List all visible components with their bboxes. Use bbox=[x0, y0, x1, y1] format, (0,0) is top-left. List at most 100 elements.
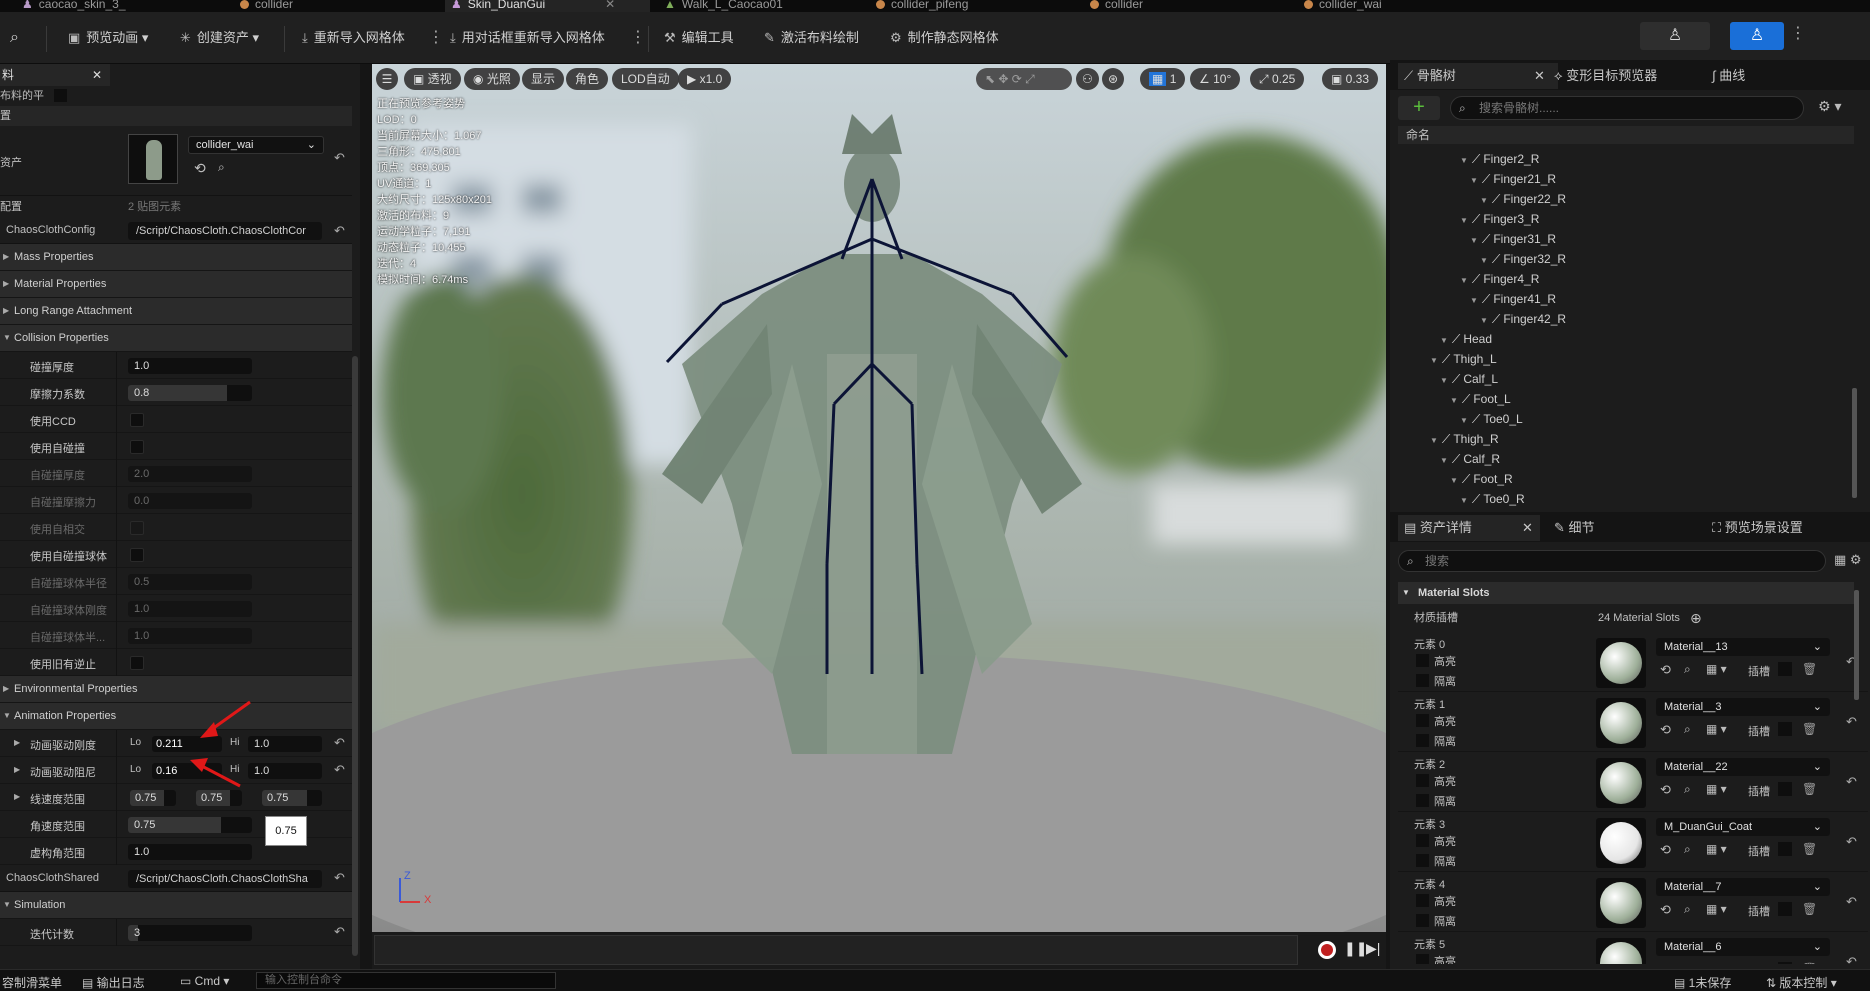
expand-arrow-icon[interactable]: ▶ bbox=[14, 792, 20, 801]
tree-arrow-icon[interactable]: ▼ bbox=[1480, 256, 1488, 265]
material-dropdown[interactable]: Material__7 ⌄ bbox=[1656, 878, 1830, 896]
details-scrollbar[interactable] bbox=[1854, 590, 1859, 700]
tree-arrow-icon[interactable]: ▼ bbox=[1440, 336, 1448, 345]
delete-icon[interactable]: 🗑 bbox=[1802, 962, 1817, 964]
more-options-icon[interactable]: ⋮ bbox=[428, 26, 444, 50]
tab-collider-pifeng[interactable]: collider_pifeng bbox=[876, 0, 1076, 12]
unsaved-button[interactable]: ▤ 1未保存 bbox=[1674, 974, 1731, 991]
bone-row[interactable]: ▼ ⟋ Calf_R bbox=[1440, 452, 1500, 467]
tree-arrow-icon[interactable]: ▼ bbox=[1460, 496, 1468, 505]
browse-icon[interactable]: ⟲ bbox=[1660, 962, 1671, 964]
texture-options-icon[interactable]: ▦ ▾ bbox=[1706, 662, 1727, 676]
fictitious-angular-input[interactable]: 1.0 bbox=[128, 844, 252, 860]
character-button[interactable]: 角色 bbox=[566, 68, 609, 90]
play-speed-button[interactable]: ▶ x1.0 bbox=[678, 68, 732, 90]
activate-cloth-paint-button[interactable]: ✎ 激活布料绘制 bbox=[764, 26, 859, 50]
texture-options-icon[interactable]: ▦ ▾ bbox=[1706, 962, 1727, 964]
tree-arrow-icon[interactable]: ▼ bbox=[1440, 456, 1448, 465]
tab-caocao-skin[interactable]: ♟ caocao_skin_3_ bbox=[22, 0, 222, 12]
bone-row[interactable]: ▼ ⟋ Finger2_R bbox=[1460, 152, 1539, 167]
browse-icon[interactable]: ⟲ bbox=[1660, 902, 1671, 918]
tab-collider-2[interactable]: collider bbox=[1090, 0, 1290, 12]
reimport-dialog-button[interactable]: ⤓ 用对话框重新导入网格体 bbox=[450, 26, 605, 50]
tab-skeleton-tree[interactable]: ⟋ 骨骼树 ✕ bbox=[1398, 63, 1558, 89]
linear-velocity-x-input[interactable]: 0.75 bbox=[130, 790, 176, 806]
slot-checkbox[interactable] bbox=[1778, 962, 1792, 964]
material-dropdown[interactable]: Material__22 ⌄ bbox=[1656, 758, 1830, 776]
reset-icon[interactable]: ↶ bbox=[1846, 894, 1857, 910]
find-icon[interactable]: ⌕ bbox=[1684, 902, 1691, 917]
create-asset-button[interactable]: ✳ 创建资产 ▾ bbox=[180, 26, 259, 50]
close-icon[interactable]: ✕ bbox=[1534, 63, 1545, 89]
angular-velocity-slider[interactable]: 0.75 bbox=[128, 817, 252, 833]
isolate-checkbox[interactable] bbox=[1416, 914, 1429, 927]
isolate-checkbox[interactable] bbox=[1416, 674, 1429, 687]
material-thumbnail[interactable] bbox=[1596, 698, 1646, 748]
timeline-track[interactable] bbox=[374, 935, 1298, 965]
add-circle-icon[interactable]: ⊕ bbox=[1690, 606, 1702, 630]
content-drawer-button[interactable]: 容制滑菜单 bbox=[2, 974, 62, 991]
bone-row[interactable]: ▼ ⟋ Finger21_R bbox=[1470, 172, 1556, 187]
3d-viewport[interactable]: ☰ ▣ 透视 ◉ 光照 显示 角色 LOD自动 ▶ x1.0 ⬉ ✥ ⟳ ⤢ ⚇… bbox=[372, 64, 1386, 932]
close-icon[interactable]: ✕ bbox=[1522, 515, 1533, 541]
bone-row[interactable]: ▼ ⟋ Toe0_R bbox=[1460, 492, 1525, 507]
material-dropdown[interactable]: Material__3 ⌄ bbox=[1656, 698, 1830, 716]
edit-tools-button[interactable]: ⚒ 编辑工具 bbox=[664, 26, 734, 50]
reset-icon[interactable]: ↶ bbox=[334, 735, 345, 751]
browse-asset-icon[interactable]: ⟲ bbox=[194, 160, 206, 177]
bone-row[interactable]: ▼ ⟋ Finger41_R bbox=[1470, 292, 1556, 307]
rotation-snap-button[interactable]: ∠ 10° bbox=[1190, 68, 1241, 90]
material-thumbnail[interactable] bbox=[1596, 878, 1646, 928]
tree-arrow-icon[interactable]: ▼ bbox=[1450, 476, 1458, 485]
expand-arrow-icon[interactable]: ▶ bbox=[14, 765, 20, 774]
tree-arrow-icon[interactable]: ▼ bbox=[1460, 216, 1468, 225]
bone-row[interactable]: ▼ ⟋ Head bbox=[1440, 332, 1492, 347]
tab-morph-target[interactable]: ⟡ 变形目标预览器 bbox=[1554, 63, 1657, 89]
console-input[interactable]: 输入控制台命令 bbox=[256, 972, 556, 989]
reset-icon[interactable]: ↶ bbox=[1846, 834, 1857, 850]
scale-snap-button[interactable]: ⤢ 0.25 bbox=[1250, 68, 1305, 90]
tree-arrow-icon[interactable]: ▼ bbox=[1470, 176, 1478, 185]
bone-row[interactable]: ▼ ⟋ Finger22_R bbox=[1480, 192, 1566, 207]
bone-row[interactable]: ▼ ⟋ Finger4_R bbox=[1460, 272, 1539, 287]
bone-row[interactable]: ▼ ⟋ Foot_L bbox=[1450, 392, 1511, 407]
source-control-button[interactable]: ⇅ 版本控制 ▾ bbox=[1766, 974, 1837, 991]
find-icon[interactable]: ⌕ bbox=[1684, 962, 1691, 964]
more-options-icon[interactable]: ⋮ bbox=[630, 26, 646, 50]
record-button[interactable] bbox=[1318, 941, 1336, 959]
collision-thickness-input[interactable]: 1.0 bbox=[128, 358, 252, 374]
highlight-checkbox[interactable] bbox=[1416, 954, 1429, 964]
camera-speed-button[interactable]: ▣ 0.33 bbox=[1322, 68, 1379, 90]
material-dropdown[interactable]: Material__13 ⌄ bbox=[1656, 638, 1830, 656]
material-dropdown[interactable]: Material__6 ⌄ bbox=[1656, 938, 1830, 956]
use-ccd-checkbox[interactable] bbox=[130, 413, 144, 427]
table-view-icon[interactable]: ▦ ⚙ bbox=[1834, 552, 1862, 568]
reimport-mesh-button[interactable]: ⤓ 重新导入网格体 bbox=[302, 26, 405, 50]
slot-checkbox[interactable] bbox=[1778, 722, 1792, 736]
reset-icon[interactable]: ↶ bbox=[1846, 714, 1857, 730]
settings-gear-icon[interactable]: ⚙ ▾ bbox=[1818, 98, 1841, 115]
bone-row[interactable]: ▼ ⟋ Thigh_R bbox=[1430, 432, 1499, 447]
reset-icon[interactable]: ↶ bbox=[1846, 954, 1857, 964]
material-thumbnail[interactable] bbox=[1596, 938, 1646, 964]
skeleton-scrollbar[interactable] bbox=[1852, 388, 1857, 498]
tree-arrow-icon[interactable]: ▼ bbox=[1440, 376, 1448, 385]
find-icon[interactable]: ⌕ bbox=[1684, 722, 1691, 737]
tree-arrow-icon[interactable]: ▼ bbox=[1470, 296, 1478, 305]
panel-tab[interactable]: 料 ✕ bbox=[0, 64, 110, 86]
texture-options-icon[interactable]: ▦ ▾ bbox=[1706, 842, 1727, 856]
reset-icon[interactable]: ↶ bbox=[334, 150, 345, 166]
preview-animation-button[interactable]: ▣ 预览动画 ▾ bbox=[68, 26, 148, 50]
tab-preview-scene[interactable]: ⛶ 预览场景设置 bbox=[1712, 515, 1803, 541]
delete-icon[interactable]: 🗑 bbox=[1802, 902, 1817, 916]
tree-arrow-icon[interactable]: ▼ bbox=[1460, 156, 1468, 165]
delete-icon[interactable]: 🗑 bbox=[1802, 662, 1817, 676]
category-environmental-properties[interactable]: ▶ Environmental Properties bbox=[0, 676, 352, 703]
find-icon[interactable]: ⌕ bbox=[1684, 662, 1691, 677]
reset-icon[interactable]: ↶ bbox=[334, 223, 345, 239]
camera-button[interactable]: ⚇ bbox=[1076, 68, 1099, 90]
reset-icon[interactable]: ↶ bbox=[1846, 774, 1857, 790]
texture-options-icon[interactable]: ▦ ▾ bbox=[1706, 902, 1727, 916]
material-thumbnail[interactable] bbox=[1596, 638, 1646, 688]
bone-row[interactable]: ▼ ⟋ Thigh_L bbox=[1430, 352, 1497, 367]
